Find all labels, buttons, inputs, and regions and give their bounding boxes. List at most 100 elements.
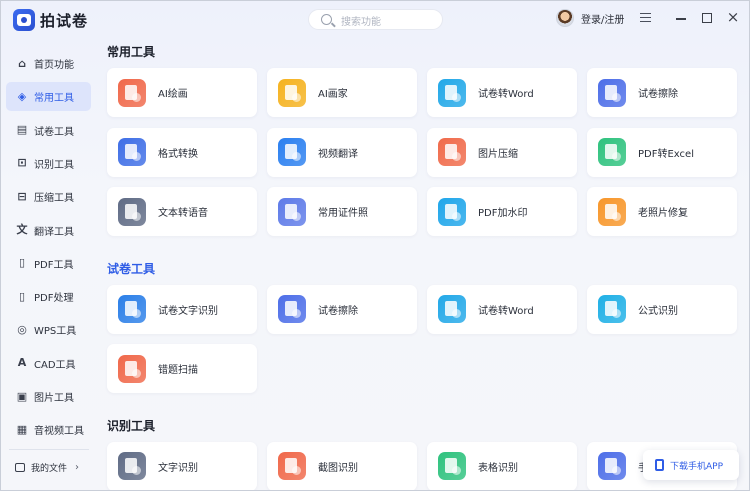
- tool-label: AI画家: [318, 89, 348, 100]
- sidebar-divider: [9, 449, 89, 450]
- tool-card[interactable]: 文字识别: [107, 441, 257, 490]
- sidebar-item-label: 图片工具: [34, 393, 74, 404]
- download-app-button[interactable]: 下载手机APP: [643, 450, 739, 480]
- tool-card[interactable]: 格式转换: [107, 127, 257, 177]
- avatar[interactable]: [556, 9, 574, 27]
- section-title: 试卷工具: [107, 261, 156, 276]
- tool-card[interactable]: 试卷擦除: [267, 284, 417, 334]
- text-to-speech-icon: [118, 197, 146, 226]
- tool-card[interactable]: 图片压缩: [427, 127, 577, 177]
- sidebar-item-1[interactable]: ◈ 常用工具: [6, 82, 91, 112]
- screenshot-ocr-icon: [278, 452, 306, 480]
- tool-card[interactable]: AI画家: [267, 68, 417, 117]
- sidebar-item-9[interactable]: A CAD工具: [6, 349, 91, 378]
- tool-card[interactable]: 文本转语音: [107, 187, 257, 236]
- tool-card[interactable]: 错题扫描: [107, 344, 257, 393]
- section-title: 识别工具: [107, 418, 156, 433]
- menu-icon[interactable]: [640, 13, 651, 22]
- tool-card[interactable]: 常用证件照: [267, 187, 417, 236]
- tool-label: 错题扫描: [158, 365, 198, 376]
- tool-label: 图片压缩: [478, 148, 518, 160]
- sidebar-item-10[interactable]: ▣ 图片工具: [6, 382, 91, 411]
- pdf-watermark-icon: [438, 197, 466, 226]
- media-icon: ▦: [16, 422, 28, 436]
- tool-card[interactable]: PDF加水印: [427, 187, 577, 236]
- paper-to-word-icon: [438, 295, 466, 323]
- sidebar-item-label: 识别工具: [34, 159, 74, 171]
- tool-label: 试卷转Word: [478, 305, 534, 317]
- my-files-link[interactable]: 我的文件 ›: [15, 461, 79, 474]
- tool-card[interactable]: 老照片修复: [587, 187, 737, 236]
- sidebar-item-label: PDF处理: [34, 293, 74, 305]
- tool-label: AI绘画: [158, 89, 188, 100]
- tool-card[interactable]: 试卷擦除: [587, 68, 737, 117]
- id-photo-icon: [278, 197, 306, 226]
- tool-label: 试卷文字识别: [158, 305, 218, 317]
- tool-label: 视频翻译: [318, 148, 358, 160]
- sidebar-item-2[interactable]: ▤ 试卷工具: [6, 116, 91, 145]
- formula-ocr-icon: [598, 295, 626, 323]
- tool-label: 试卷擦除: [318, 305, 358, 317]
- chevron-right-icon: ›: [75, 462, 80, 473]
- sidebar-item-7[interactable]: ▯ PDF处理: [6, 282, 91, 311]
- sidebar-item-11[interactable]: ▦ 音视频工具: [6, 415, 91, 444]
- sidebar-item-3[interactable]: ⊡ 识别工具: [6, 149, 91, 178]
- search-icon: [321, 14, 332, 25]
- image-icon: ▣: [16, 389, 28, 403]
- tool-label: 文本转语音: [158, 208, 208, 219]
- tool-card[interactable]: 试卷转Word: [427, 68, 577, 117]
- sidebar-item-label: 压缩工具: [34, 193, 74, 205]
- sidebar-item-0[interactable]: ⌂ 首页功能: [6, 49, 91, 78]
- maximize-icon[interactable]: [702, 13, 712, 23]
- sidebar-item-label: CAD工具: [34, 359, 76, 371]
- tool-card[interactable]: 表格识别: [427, 441, 577, 490]
- ai-artist-icon: [278, 78, 306, 107]
- tool-card[interactable]: PDF转Excel: [587, 127, 737, 177]
- tool-card[interactable]: AI绘画: [107, 68, 257, 117]
- tool-card[interactable]: 视频翻译: [267, 127, 417, 177]
- paper-to-word-icon: [438, 78, 466, 107]
- sidebar-item-label: 音视频工具: [34, 426, 84, 438]
- sidebar-item-4[interactable]: ⊟ 压缩工具: [6, 182, 91, 211]
- tool-card[interactable]: 试卷转Word: [427, 284, 577, 334]
- photo-restore-icon: [598, 197, 626, 226]
- sidebar-item-6[interactable]: ▯ PDF工具: [6, 249, 91, 278]
- paper-erase-icon: [278, 295, 306, 323]
- tool-label: 公式识别: [638, 305, 678, 317]
- home-icon: ⌂: [18, 56, 26, 70]
- format-convert-icon: [118, 138, 146, 166]
- search-input[interactable]: 搜索功能: [308, 9, 443, 30]
- handwriting-ocr-icon: [598, 452, 626, 480]
- tool-label: 老照片修复: [638, 208, 688, 219]
- login-register-link[interactable]: 登录/注册: [581, 11, 624, 26]
- tool-label: 常用证件照: [318, 208, 368, 219]
- sidebar-item-8[interactable]: ◎ WPS工具: [6, 315, 91, 344]
- close-icon[interactable]: ×: [726, 10, 740, 25]
- translate-icon: 文: [16, 223, 28, 236]
- pdf-icon: ▯: [18, 256, 26, 270]
- tool-label: PDF转Excel: [638, 148, 694, 160]
- video-translate-icon: [278, 138, 306, 166]
- sidebar-item-label: 试卷工具: [34, 126, 74, 138]
- sidebar-item-label: 常用工具: [34, 93, 74, 105]
- paper-icon: ▤: [16, 123, 28, 137]
- tool-label: 表格识别: [478, 462, 518, 474]
- app-window: 拍试卷 搜索功能 登录/注册 × 我的文件 › ⌂ 首页功能 ◈ 常用工具 ▤ 试卷工具 ⊡…: [0, 0, 750, 491]
- minimize-icon[interactable]: [676, 18, 686, 20]
- wrong-question-scan-icon: [118, 354, 146, 383]
- cad-icon: A: [17, 356, 27, 370]
- my-files-label: 我的文件: [31, 464, 68, 474]
- paper-erase-icon: [598, 78, 626, 107]
- sidebar-item-label: 翻译工具: [34, 226, 74, 238]
- phone-icon: [655, 459, 664, 471]
- tool-card[interactable]: 截图识别: [267, 441, 417, 490]
- tool-card[interactable]: 公式识别: [587, 284, 737, 334]
- tool-card[interactable]: 试卷文字识别: [107, 284, 257, 334]
- sidebar-item-5[interactable]: 文翻译工具: [6, 216, 91, 245]
- ai-paint-icon: [118, 78, 146, 107]
- section-title: 常用工具: [107, 45, 156, 59]
- tool-label: 试卷转Word: [478, 89, 534, 100]
- download-app-label: 下载手机APP: [670, 461, 724, 472]
- text-ocr-icon: [118, 452, 146, 480]
- sidebar-item-label: PDF工具: [34, 259, 74, 271]
